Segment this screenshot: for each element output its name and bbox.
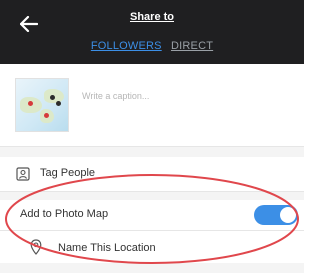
tag-person-icon [16, 167, 30, 181]
section-divider [0, 192, 304, 200]
tag-people-row[interactable]: Tag People [0, 157, 304, 192]
photo-map-toggle[interactable] [254, 205, 298, 225]
toggle-knob [280, 207, 296, 223]
location-pin-icon [30, 239, 42, 255]
photo-thumbnail [15, 78, 69, 132]
tab-followers[interactable]: FOLLOWERS [91, 40, 162, 52]
caption-row [0, 64, 304, 147]
section-divider [0, 263, 304, 273]
caption-input[interactable] [80, 86, 284, 106]
section-divider [0, 147, 304, 157]
share-tabs: FOLLOWERS DIRECT [0, 40, 304, 52]
tab-direct[interactable]: DIRECT [171, 40, 213, 52]
name-location-row[interactable]: Name This Location [0, 231, 304, 263]
top-bar: Share to FOLLOWERS DIRECT [0, 0, 304, 64]
photo-map-label: Add to Photo Map [20, 208, 109, 220]
photo-map-row: Add to Photo Map [0, 200, 304, 231]
name-location-label: Name This Location [58, 242, 156, 254]
tag-people-label: Tag People [40, 167, 96, 179]
page-title: Share to [129, 11, 174, 23]
